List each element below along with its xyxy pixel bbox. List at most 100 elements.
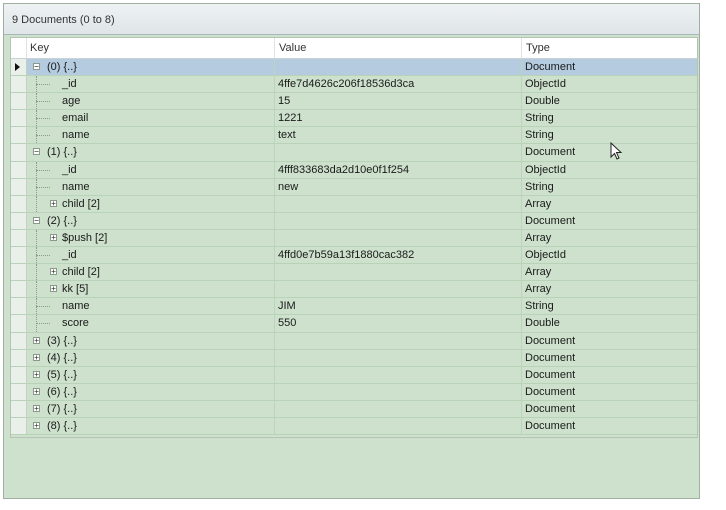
row-selector[interactable] (11, 281, 27, 298)
field-row[interactable]: + child [2] Array (11, 264, 697, 282)
field-row[interactable]: + child [2] Array (11, 195, 697, 213)
key-cell[interactable]: name (27, 298, 275, 315)
column-header-type[interactable]: Type (522, 38, 697, 58)
document-row[interactable]: − (2) {..} Document (11, 212, 697, 230)
value-cell[interactable]: new (275, 178, 522, 195)
expand-icon[interactable]: + (33, 336, 40, 344)
field-row[interactable]: name JIM String (11, 298, 697, 316)
key-cell[interactable]: + child [2] (27, 195, 275, 212)
key-cell[interactable]: + (6) {..} (27, 383, 275, 400)
key-cell[interactable]: + (8) {..} (27, 417, 275, 435)
column-header-value[interactable]: Value (275, 38, 522, 58)
collapse-icon[interactable]: − (33, 216, 40, 224)
document-row[interactable]: + (4) {..} Document (11, 349, 697, 367)
key-cell[interactable]: + $push [2] (27, 229, 275, 247)
row-selector[interactable] (11, 383, 27, 400)
document-row[interactable]: − (1) {..} Document (11, 144, 697, 162)
expand-icon[interactable]: + (33, 370, 40, 378)
field-row[interactable]: name new String (11, 178, 697, 196)
field-row[interactable]: score 550 Double (11, 315, 697, 333)
value-cell[interactable] (275, 349, 522, 366)
row-selector[interactable] (11, 161, 27, 178)
value-cell[interactable]: 15 (275, 93, 522, 110)
key-cell[interactable]: age (27, 93, 275, 110)
row-selector[interactable] (11, 315, 27, 332)
expand-icon[interactable]: + (50, 268, 57, 276)
value-cell[interactable] (275, 400, 522, 417)
value-cell[interactable] (275, 366, 522, 383)
field-row[interactable]: _id 4fff833683da2d10e0f1f254 ObjectId (11, 161, 697, 179)
field-row[interactable]: _id 4ffe7d4626c206f18536d3ca ObjectId (11, 76, 697, 94)
document-row[interactable]: + (7) {..} Document (11, 400, 697, 418)
value-cell[interactable] (275, 195, 522, 212)
document-row[interactable]: − (0) {..} Document (11, 59, 697, 77)
value-cell[interactable] (275, 264, 522, 281)
row-selector[interactable] (11, 110, 27, 127)
key-cell[interactable]: name (27, 127, 275, 144)
row-selector[interactable] (11, 212, 27, 229)
value-cell[interactable] (275, 212, 522, 229)
key-cell[interactable]: + (3) {..} (27, 332, 275, 349)
expand-icon[interactable]: + (50, 285, 57, 293)
expand-icon[interactable]: + (33, 421, 40, 429)
value-cell[interactable]: JIM (275, 298, 522, 315)
value-cell[interactable]: 1221 (275, 110, 522, 127)
field-row[interactable]: _id 4ffd0e7b59a13f1880cac382 ObjectId (11, 247, 697, 265)
value-cell[interactable]: 4ffd0e7b59a13f1880cac382 (275, 247, 522, 264)
key-cell[interactable]: _id (27, 76, 275, 93)
document-row[interactable]: + (8) {..} Document (11, 417, 697, 436)
key-cell[interactable]: − (0) {..} (27, 59, 275, 76)
key-cell[interactable]: + (7) {..} (27, 400, 275, 417)
collapse-icon[interactable]: − (33, 63, 40, 71)
row-selector[interactable] (11, 366, 27, 383)
results-tree-grid[interactable]: Key Value Type − (0) {..} Document _id 4ffe7… (10, 37, 698, 438)
field-row[interactable]: email 1221 String (11, 110, 697, 128)
field-row[interactable]: age 15 Double (11, 93, 697, 111)
key-cell[interactable]: name (27, 178, 275, 195)
expand-icon[interactable]: + (33, 387, 40, 395)
value-cell[interactable] (275, 144, 522, 161)
row-selector[interactable] (11, 247, 27, 264)
expand-icon[interactable]: + (33, 353, 40, 361)
document-row[interactable]: + (5) {..} Document (11, 366, 697, 384)
row-selector[interactable] (11, 332, 27, 349)
row-selector[interactable] (11, 144, 27, 161)
row-selector[interactable] (11, 178, 27, 195)
row-selector[interactable] (11, 229, 27, 247)
value-cell[interactable]: 4fff833683da2d10e0f1f254 (275, 161, 522, 178)
value-cell[interactable]: 550 (275, 315, 522, 332)
row-selector[interactable] (11, 195, 27, 212)
row-selector[interactable] (11, 417, 27, 435)
field-row[interactable]: + kk [5] Array (11, 281, 697, 299)
key-cell[interactable]: _id (27, 247, 275, 264)
key-cell[interactable]: + kk [5] (27, 281, 275, 298)
value-cell[interactable]: 4ffe7d4626c206f18536d3ca (275, 76, 522, 93)
value-cell[interactable] (275, 281, 522, 298)
collapse-icon[interactable]: − (33, 148, 40, 156)
row-selector[interactable] (11, 76, 27, 93)
expand-icon[interactable]: + (50, 233, 57, 241)
key-cell[interactable]: + child [2] (27, 264, 275, 281)
value-cell[interactable] (275, 59, 522, 76)
key-cell[interactable]: email (27, 110, 275, 127)
document-row[interactable]: + (6) {..} Document (11, 383, 697, 401)
document-row[interactable]: + (3) {..} Document (11, 332, 697, 350)
expand-icon[interactable]: + (33, 404, 40, 412)
key-cell[interactable]: score (27, 315, 275, 332)
row-selector[interactable] (11, 298, 27, 315)
value-cell[interactable] (275, 229, 522, 247)
value-cell[interactable] (275, 417, 522, 435)
key-cell[interactable]: + (5) {..} (27, 366, 275, 383)
value-cell[interactable] (275, 332, 522, 349)
row-selector[interactable] (11, 59, 27, 76)
row-selector[interactable] (11, 93, 27, 110)
column-header-key[interactable]: Key (27, 38, 275, 58)
row-selector[interactable] (11, 349, 27, 366)
key-cell[interactable]: + (4) {..} (27, 349, 275, 366)
row-selector[interactable] (11, 127, 27, 144)
key-cell[interactable]: − (1) {..} (27, 144, 275, 161)
field-row[interactable]: name text String (11, 127, 697, 145)
key-cell[interactable]: _id (27, 161, 275, 178)
expand-icon[interactable]: + (50, 199, 57, 207)
field-row[interactable]: + $push [2] Array (11, 229, 697, 248)
